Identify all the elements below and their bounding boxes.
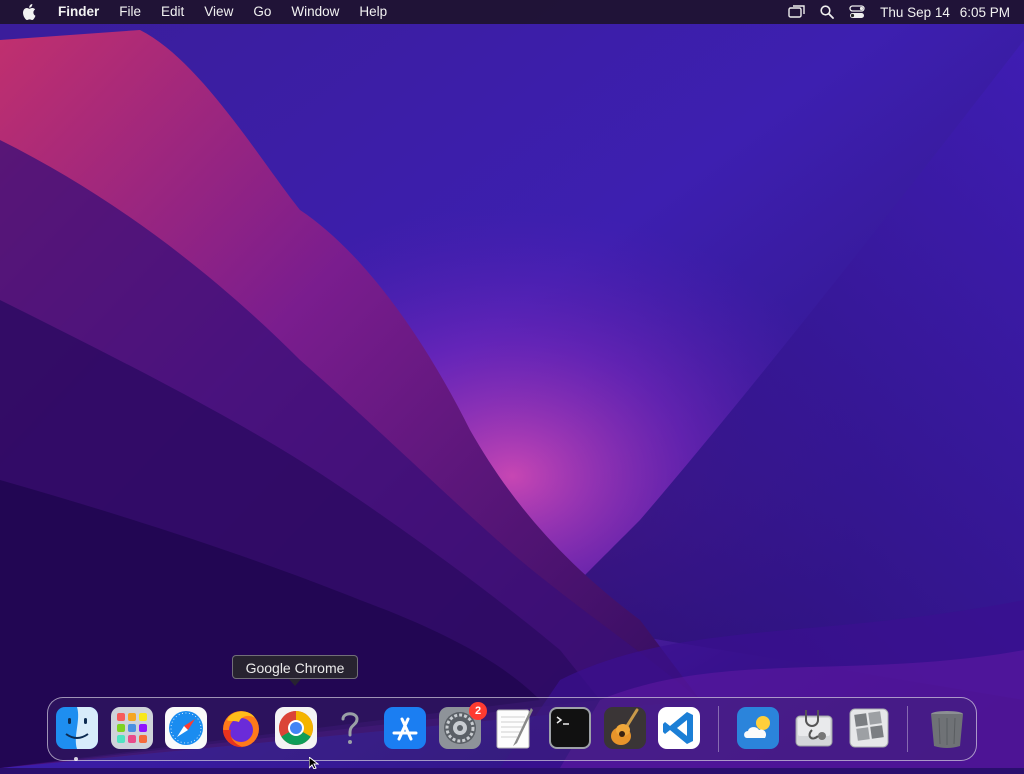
- menu-help[interactable]: Help: [349, 0, 397, 24]
- menu-bar: Finder File Edit View Go Window Help Thu…: [0, 0, 1024, 24]
- control-center-icon[interactable]: [842, 0, 872, 24]
- garageband-icon[interactable]: [603, 706, 647, 750]
- menu-window[interactable]: Window: [281, 0, 349, 24]
- weather-icon[interactable]: [736, 706, 780, 750]
- chrome-icon[interactable]: [274, 706, 318, 750]
- menu-app-name[interactable]: Finder: [48, 0, 109, 24]
- dock-separator: [907, 706, 908, 752]
- terminal-icon[interactable]: [548, 706, 592, 750]
- apple-logo-icon[interactable]: [16, 0, 42, 24]
- clock-time: 6:05 PM: [959, 4, 1010, 20]
- dock-tooltip-arrow: [289, 679, 301, 686]
- textedit-icon[interactable]: [493, 706, 537, 750]
- safari-icon[interactable]: [164, 706, 208, 750]
- firefox-icon[interactable]: [219, 706, 263, 750]
- mouse-cursor-icon: [308, 755, 320, 770]
- menu-file[interactable]: File: [109, 0, 151, 24]
- launchpad-icon[interactable]: [110, 706, 154, 750]
- screen-mirroring-icon[interactable]: [782, 0, 812, 24]
- menu-view[interactable]: View: [194, 0, 243, 24]
- disk-utility-icon[interactable]: [792, 706, 836, 750]
- menu-bar-clock[interactable]: Thu Sep 14 6:05 PM: [880, 5, 1010, 20]
- menu-edit[interactable]: Edit: [151, 0, 194, 24]
- boot-camp-icon[interactable]: [847, 706, 891, 750]
- finder-running-indicator: [74, 757, 78, 761]
- trash-icon[interactable]: [925, 706, 969, 750]
- spotlight-search-icon[interactable]: [812, 0, 842, 24]
- dock-tooltip: Google Chrome: [232, 655, 358, 679]
- menu-go[interactable]: Go: [243, 0, 281, 24]
- notification-badge: 2: [469, 702, 487, 720]
- finder-icon[interactable]: [55, 706, 99, 750]
- dock-separator: [718, 706, 719, 752]
- clock-date: Thu Sep 14: [880, 4, 950, 20]
- vscode-icon[interactable]: [657, 706, 701, 750]
- question-mark-icon[interactable]: [328, 706, 372, 750]
- app-store-icon[interactable]: [383, 706, 427, 750]
- desktop-wallpaper: [0, 0, 1024, 768]
